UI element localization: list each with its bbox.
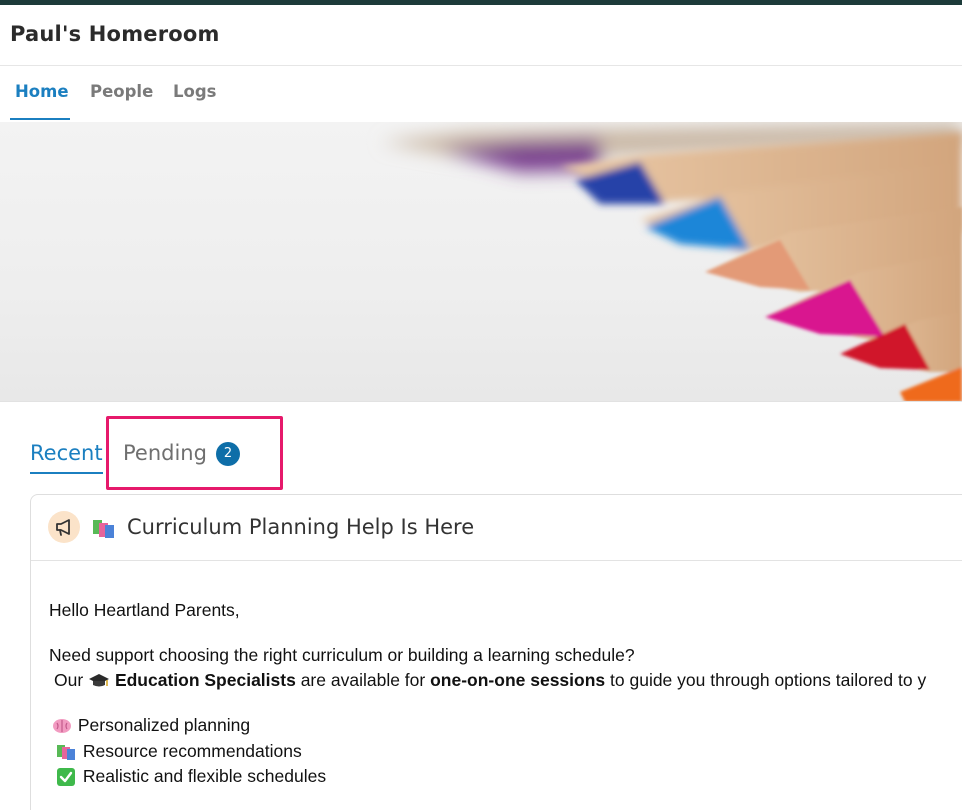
tab-recent[interactable]: Recent <box>30 441 103 465</box>
page-title: Paul's Homeroom <box>10 22 220 46</box>
banner-image <box>0 122 962 402</box>
books-icon <box>57 745 75 761</box>
tab-people[interactable]: People <box>90 82 153 101</box>
graduation-cap-icon <box>89 674 110 687</box>
colored-pencils-image <box>380 122 962 401</box>
active-tab-underline <box>10 118 70 120</box>
post-greeting: Hello Heartland Parents, <box>49 600 240 620</box>
check-icon <box>57 768 75 787</box>
post-line-2-post: to guide you through options tailored to… <box>610 670 927 690</box>
highlight-box <box>106 416 283 490</box>
card-header: Curriculum Planning Help Is Here <box>31 495 962 561</box>
post-line-2: Our Education Specialists are available … <box>54 670 926 691</box>
tab-logs[interactable]: Logs <box>173 82 216 101</box>
brain-icon <box>53 719 71 734</box>
header: Paul's Homeroom <box>0 5 962 66</box>
bullet-item: Personalized planning <box>51 715 250 736</box>
bullet-item: Resource recommendations <box>56 741 302 762</box>
post-line-1: Need support choosing the right curricul… <box>49 645 635 665</box>
post-line-2-pre: Our <box>54 670 84 690</box>
megaphone-icon <box>48 511 80 543</box>
announcement-card[interactable]: Curriculum Planning Help Is Here Hello H… <box>30 494 962 810</box>
bullet-text: Realistic and flexible schedules <box>82 766 327 786</box>
post-title: Curriculum Planning Help Is Here <box>127 515 475 539</box>
post-line-2-bold-1: Education Specialists <box>114 670 296 690</box>
recent-tab-underline <box>30 472 103 474</box>
post-line-2-mid: are available for <box>300 670 426 690</box>
bullet-item: Realistic and flexible schedules <box>56 766 326 787</box>
books-icon <box>93 520 114 538</box>
post-tabs: Recent Pending 2 <box>0 402 962 494</box>
tab-home[interactable]: Home <box>15 82 69 101</box>
main-nav: Home People Logs <box>0 66 962 122</box>
post-line-2-bold-2: one-on-one sessions <box>430 670 606 690</box>
bullet-text: Resource recommendations <box>82 741 302 761</box>
bullet-text: Personalized planning <box>77 715 251 735</box>
